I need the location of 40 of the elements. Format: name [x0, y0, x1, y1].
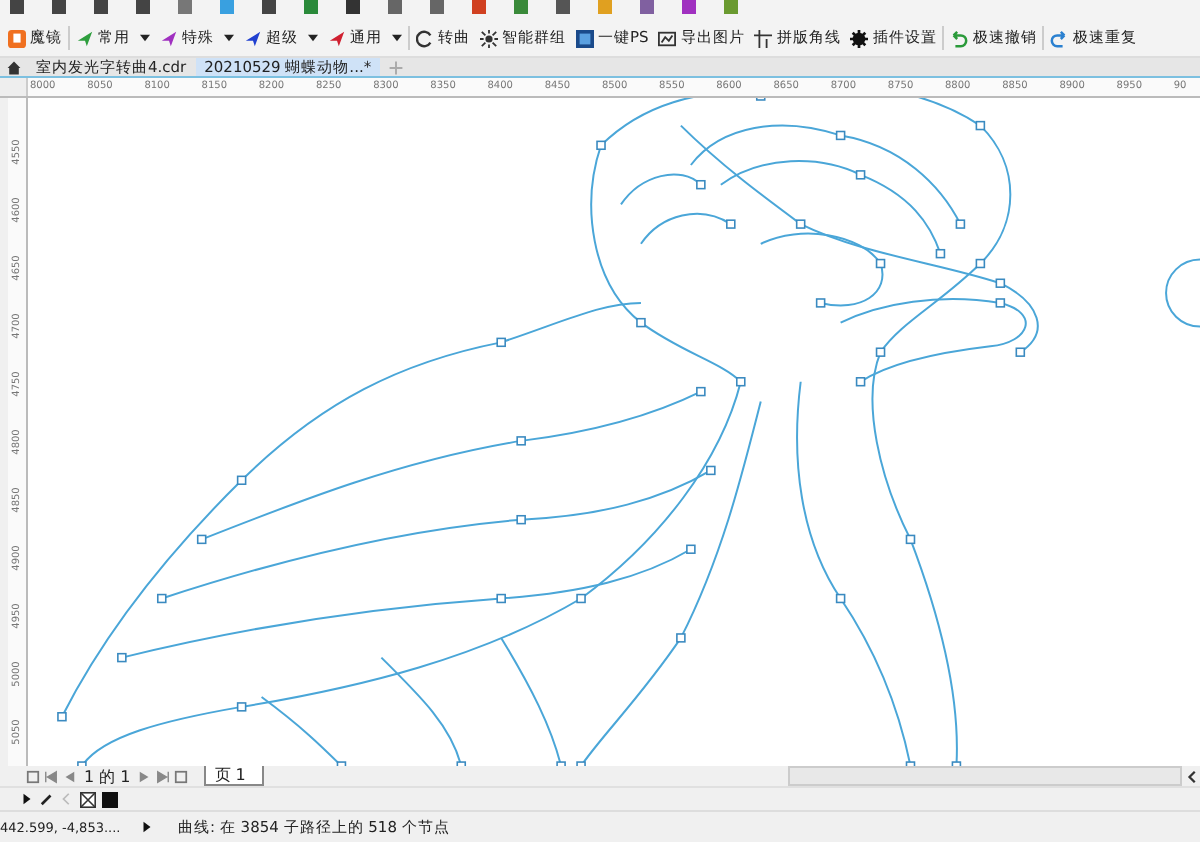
- undo-icon: [950, 29, 969, 47]
- picture-icon: [658, 29, 677, 47]
- tool-icon[interactable]: [386, 0, 404, 16]
- plane-icon: [244, 29, 262, 47]
- curve-icon: [416, 29, 434, 47]
- page-tab[interactable]: 页 1: [204, 766, 264, 786]
- last-page-icon[interactable]: [156, 769, 171, 783]
- caret-icon: [308, 34, 318, 42]
- crop-marks-icon: [754, 29, 773, 47]
- tool-icon[interactable]: [50, 0, 68, 16]
- chevron-left-icon[interactable]: [1186, 769, 1200, 783]
- plane-icon: [328, 29, 346, 47]
- horizontal-scrollbar[interactable]: [788, 766, 1182, 786]
- color-swatch[interactable]: [102, 791, 118, 807]
- settings-icon: [850, 29, 869, 47]
- add-page-icon[interactable]: [26, 769, 40, 783]
- image-icon: [576, 29, 594, 47]
- first-page-icon[interactable]: [44, 769, 58, 783]
- tool-icon[interactable]: [134, 0, 152, 16]
- no-color-swatch[interactable]: [80, 791, 96, 807]
- plane-icon: [160, 29, 178, 47]
- plane-icon: [76, 29, 94, 47]
- caret-icon: [392, 34, 402, 42]
- redo-icon: [1050, 29, 1069, 47]
- tool-icon[interactable]: [680, 0, 698, 16]
- page-counter: 1 的 1: [84, 765, 131, 787]
- tool-icon[interactable]: [8, 0, 26, 16]
- home-icon[interactable]: [6, 59, 22, 75]
- arc-outline-drawing: [1165, 258, 1200, 328]
- caret-icon: [140, 34, 150, 42]
- add-page-icon[interactable]: [174, 769, 189, 783]
- play-icon[interactable]: [20, 792, 34, 806]
- tool-icon[interactable]: [260, 0, 278, 16]
- eyedropper-icon[interactable]: [40, 792, 54, 806]
- tool-icon[interactable]: [428, 0, 446, 16]
- tool-icon[interactable]: [344, 0, 362, 16]
- play-icon[interactable]: [140, 820, 154, 834]
- caret-icon: [224, 34, 234, 42]
- tool-icon[interactable]: [554, 0, 572, 16]
- tool-icon[interactable]: [92, 0, 110, 16]
